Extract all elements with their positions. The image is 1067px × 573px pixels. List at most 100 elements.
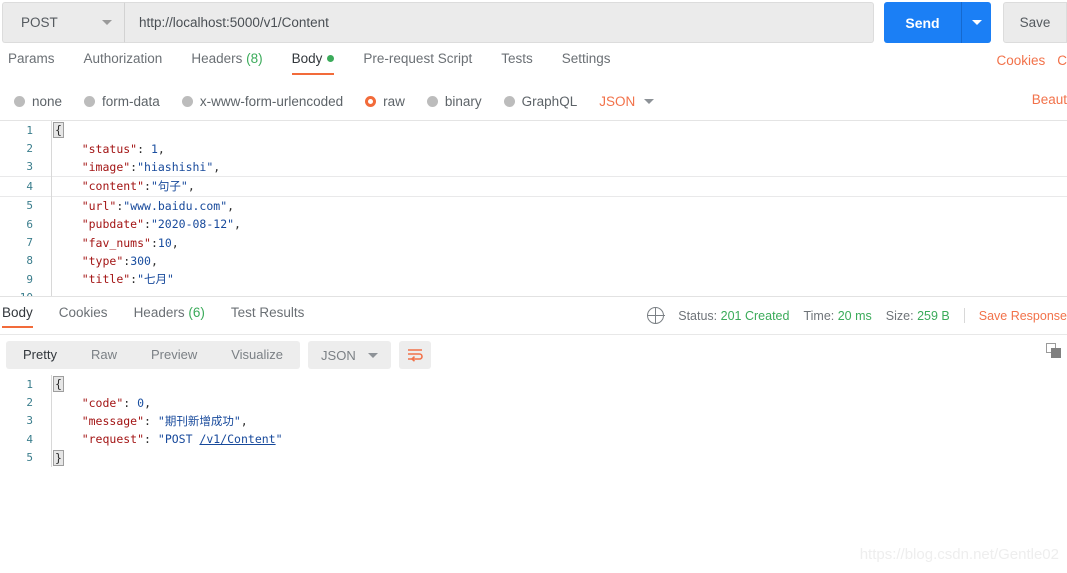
status-group: Status: 201 Created xyxy=(678,309,789,323)
chevron-down-icon xyxy=(971,20,982,25)
tab-label: Authorization xyxy=(83,51,163,66)
body-type-label: form-data xyxy=(102,94,160,109)
body-type-graphql[interactable]: GraphQL xyxy=(503,94,577,109)
code-text: "message": "期刊新增成功", xyxy=(81,413,248,428)
code-line: 5} xyxy=(0,449,1067,467)
tab-pre-request-script[interactable]: Pre-request Script xyxy=(363,51,472,75)
tab-settings[interactable]: Settings xyxy=(562,51,611,75)
response-tab-body[interactable]: Body xyxy=(2,305,33,328)
save-response-link[interactable]: Save Response xyxy=(979,309,1067,323)
body-type-raw[interactable]: raw xyxy=(365,94,405,109)
radio-selected-icon xyxy=(365,96,377,107)
code-line: 10 xyxy=(0,289,1067,296)
code-line: 8 "type":300, xyxy=(0,252,1067,270)
code-text: "image":"hiashishi", xyxy=(81,159,221,174)
code-line: 1{ xyxy=(0,121,1067,139)
code-text: "type":300, xyxy=(81,253,158,268)
http-method-value: POST xyxy=(21,15,58,30)
code-line: 3 "image":"hiashishi", xyxy=(0,158,1067,176)
request-tab-bar: Params Authorization Headers (8) Body Pr… xyxy=(0,45,1067,83)
tab-body[interactable]: Body xyxy=(291,51,335,75)
line-number: 1 xyxy=(26,123,33,137)
code-text: "fav_nums":10, xyxy=(81,235,179,250)
tab-label: Cookies xyxy=(58,305,108,320)
tab-headers[interactable]: Headers (8) xyxy=(191,51,262,75)
code-text: "url":"www.baidu.com", xyxy=(81,198,235,213)
response-view-pretty[interactable]: Pretty xyxy=(6,341,74,369)
line-number: 5 xyxy=(26,451,33,465)
send-button[interactable]: Send xyxy=(884,2,962,43)
body-type-label: binary xyxy=(444,94,482,109)
gutter-separator xyxy=(51,375,52,467)
cookies-link[interactable]: Cookies xyxy=(996,53,1045,68)
code-line: 5 "url":"www.baidu.com", xyxy=(0,197,1067,215)
beautify-link[interactable]: Beaut xyxy=(1032,92,1067,107)
url-input[interactable]: http://localhost:5000/v1/Content xyxy=(124,2,874,43)
radio-icon xyxy=(503,96,515,107)
radio-icon xyxy=(426,96,438,107)
response-code-area[interactable]: 1{2 "code": 0, 3 "message": "期刊新增成功", 4 "r… xyxy=(0,375,1067,467)
tab-tests[interactable]: Tests xyxy=(501,51,533,75)
body-type-form-data[interactable]: form-data xyxy=(84,94,160,109)
body-type-urlencoded[interactable]: x-www-form-urlencoded xyxy=(181,94,344,109)
line-number: 2 xyxy=(26,142,33,156)
line-number: 7 xyxy=(26,236,33,250)
tab-label: Tests xyxy=(501,51,533,66)
line-number: 4 xyxy=(26,432,33,446)
response-view-visualize[interactable]: Visualize xyxy=(214,341,300,369)
chevron-down-icon xyxy=(102,20,112,25)
meta-divider xyxy=(963,308,965,323)
tab-params[interactable]: Params xyxy=(8,51,55,75)
line-number: 3 xyxy=(26,160,33,174)
size-value: 259 B xyxy=(917,308,950,323)
code-text: } xyxy=(53,449,64,466)
code-text: "content":"句子", xyxy=(81,179,195,194)
wrap-lines-icon xyxy=(407,349,423,362)
wrap-lines-button[interactable] xyxy=(398,341,431,369)
size-label: Size: xyxy=(885,308,914,323)
response-tab-cookies[interactable]: Cookies xyxy=(59,305,108,328)
code-line: 4 "content":"句子", xyxy=(0,176,1067,197)
request-body-editor[interactable]: 1{2 "status": 1, 3 "image":"hiashishi", 4 … xyxy=(0,121,1067,297)
gutter-separator xyxy=(51,121,52,296)
code-text: { xyxy=(53,376,64,393)
tab-authorization[interactable]: Authorization xyxy=(84,51,163,75)
code-line: 3 "message": "期刊新增成功", xyxy=(0,412,1067,430)
body-format-select[interactable]: JSON xyxy=(599,94,655,109)
response-meta: Status: 201 Created Time: 20 ms Size: 25… xyxy=(646,306,1067,325)
copy-icon[interactable] xyxy=(1046,343,1061,358)
watermark: https://blog.csdn.net/Gentle02 xyxy=(859,546,1059,563)
response-view-raw[interactable]: Raw xyxy=(74,341,134,369)
radio-icon xyxy=(181,96,193,107)
tab-label: Headers xyxy=(133,305,185,320)
send-options-button[interactable] xyxy=(962,2,991,43)
code-link[interactable]: C xyxy=(1057,53,1067,68)
code-text: { xyxy=(53,122,64,139)
request-code-area[interactable]: 1{2 "status": 1, 3 "image":"hiashishi", 4 … xyxy=(0,121,1067,296)
size-group: Size: 259 B xyxy=(886,309,950,323)
response-body-editor[interactable]: 1{2 "code": 0, 3 "message": "期刊新增成功", 4 "r… xyxy=(0,375,1067,467)
code-line: 2 "status": 1, xyxy=(0,139,1067,157)
response-format-select[interactable]: JSON xyxy=(308,341,391,369)
http-method-select[interactable]: POST xyxy=(2,2,124,43)
url-value: http://localhost:5000/v1/Content xyxy=(139,15,329,30)
chevron-down-icon xyxy=(367,352,378,358)
line-number: 2 xyxy=(26,396,33,410)
save-button[interactable]: Save xyxy=(1003,2,1067,43)
body-type-binary[interactable]: binary xyxy=(426,94,482,109)
response-toolbar-actions xyxy=(1046,343,1061,358)
code-text: "status": 1, xyxy=(81,141,165,156)
time-group: Time: 20 ms xyxy=(803,309,871,323)
radio-icon xyxy=(14,96,25,107)
chevron-down-icon xyxy=(644,99,655,104)
code-text: "request": "POST /v1/Content" xyxy=(81,432,283,447)
body-present-dot-icon xyxy=(327,55,335,62)
response-tab-headers[interactable]: Headers (6) xyxy=(134,305,205,328)
body-type-label: x-www-form-urlencoded xyxy=(199,94,344,109)
tab-label: Body xyxy=(291,51,323,66)
response-view-switcher: Pretty Raw Preview Visualize xyxy=(6,341,301,369)
response-tab-test-results[interactable]: Test Results xyxy=(231,305,305,328)
request-tabbar-links: Cookies C xyxy=(996,53,1067,68)
response-view-preview[interactable]: Preview xyxy=(134,341,214,369)
body-type-none[interactable]: none xyxy=(14,94,62,109)
